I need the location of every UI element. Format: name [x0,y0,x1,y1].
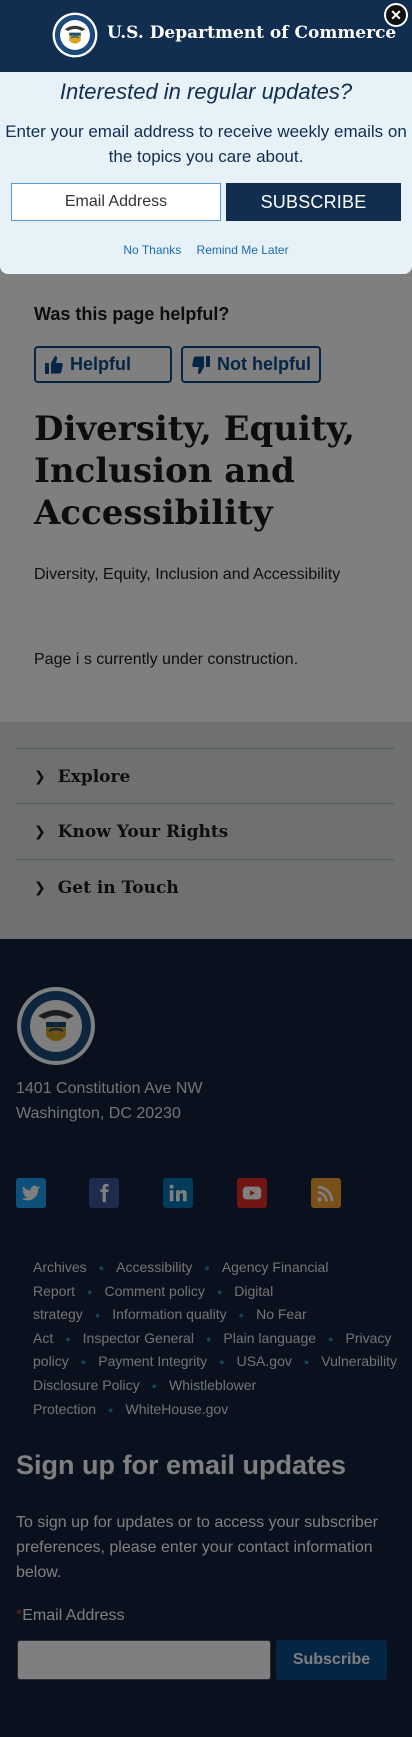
email-signup-modal: U.S. Department of Commerce ✕ Interested… [0,0,412,274]
modal-question: Interested in regular updates? [59,79,353,104]
modal-description: Enter your email address to receive week… [5,122,407,166]
modal-subscribe-button[interactable]: SUBSCRIBE [226,183,401,221]
no-thanks-link[interactable]: No Thanks [123,243,181,257]
close-icon: ✕ [386,5,406,25]
remind-later-link[interactable]: Remind Me Later [197,243,289,257]
close-button[interactable]: ✕ [384,3,408,27]
modal-header: U.S. Department of Commerce [0,0,412,72]
commerce-seal-icon [52,12,98,58]
modal-email-input[interactable]: Email Address [11,183,221,221]
modal-links: No Thanks Remind Me Later [0,243,412,257]
modal-brand: U.S. Department of Commerce [107,23,397,43]
